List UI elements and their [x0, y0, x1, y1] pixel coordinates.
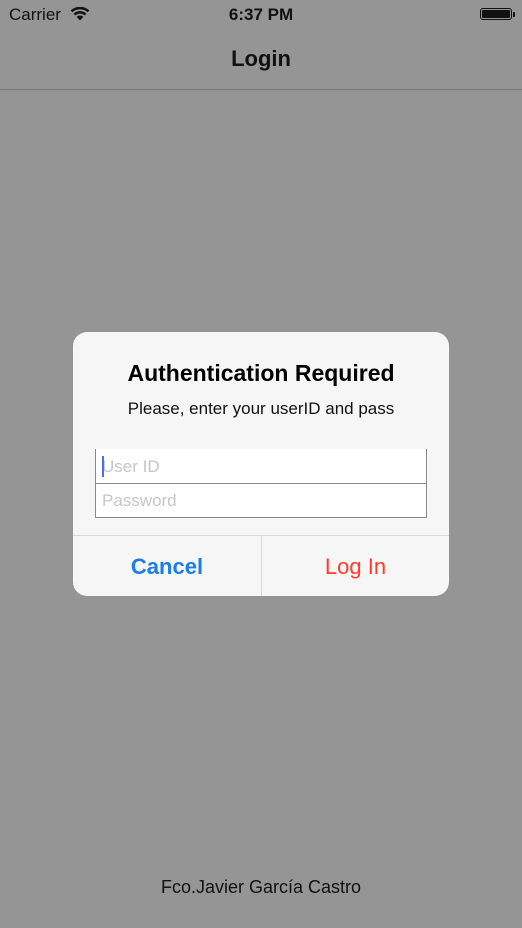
battery-icon [480, 8, 512, 20]
authentication-alert: Authentication Required Please, enter yo… [73, 332, 449, 596]
status-time: 6:37 PM [228, 5, 294, 24]
user-id-input[interactable] [96, 450, 426, 484]
credentials-fields [95, 449, 427, 518]
navigation-bar: Login [0, 30, 522, 90]
status-bar: Carrier 6:37 PM [0, 0, 522, 30]
login-button[interactable]: Log In [261, 536, 449, 596]
page-title: Login [231, 46, 291, 71]
alert-message: Please, enter your userID and pass [127, 399, 395, 418]
author-label: Fco.Javier García Castro [160, 877, 362, 897]
battery-level-fill [482, 10, 510, 18]
text-cursor [102, 456, 104, 477]
battery-tip [513, 12, 515, 17]
alert-title: Authentication Required [127, 360, 395, 386]
password-input[interactable] [96, 483, 426, 517]
cancel-button[interactable]: Cancel [73, 536, 261, 596]
alert-button-row: Cancel Log In [73, 535, 449, 596]
